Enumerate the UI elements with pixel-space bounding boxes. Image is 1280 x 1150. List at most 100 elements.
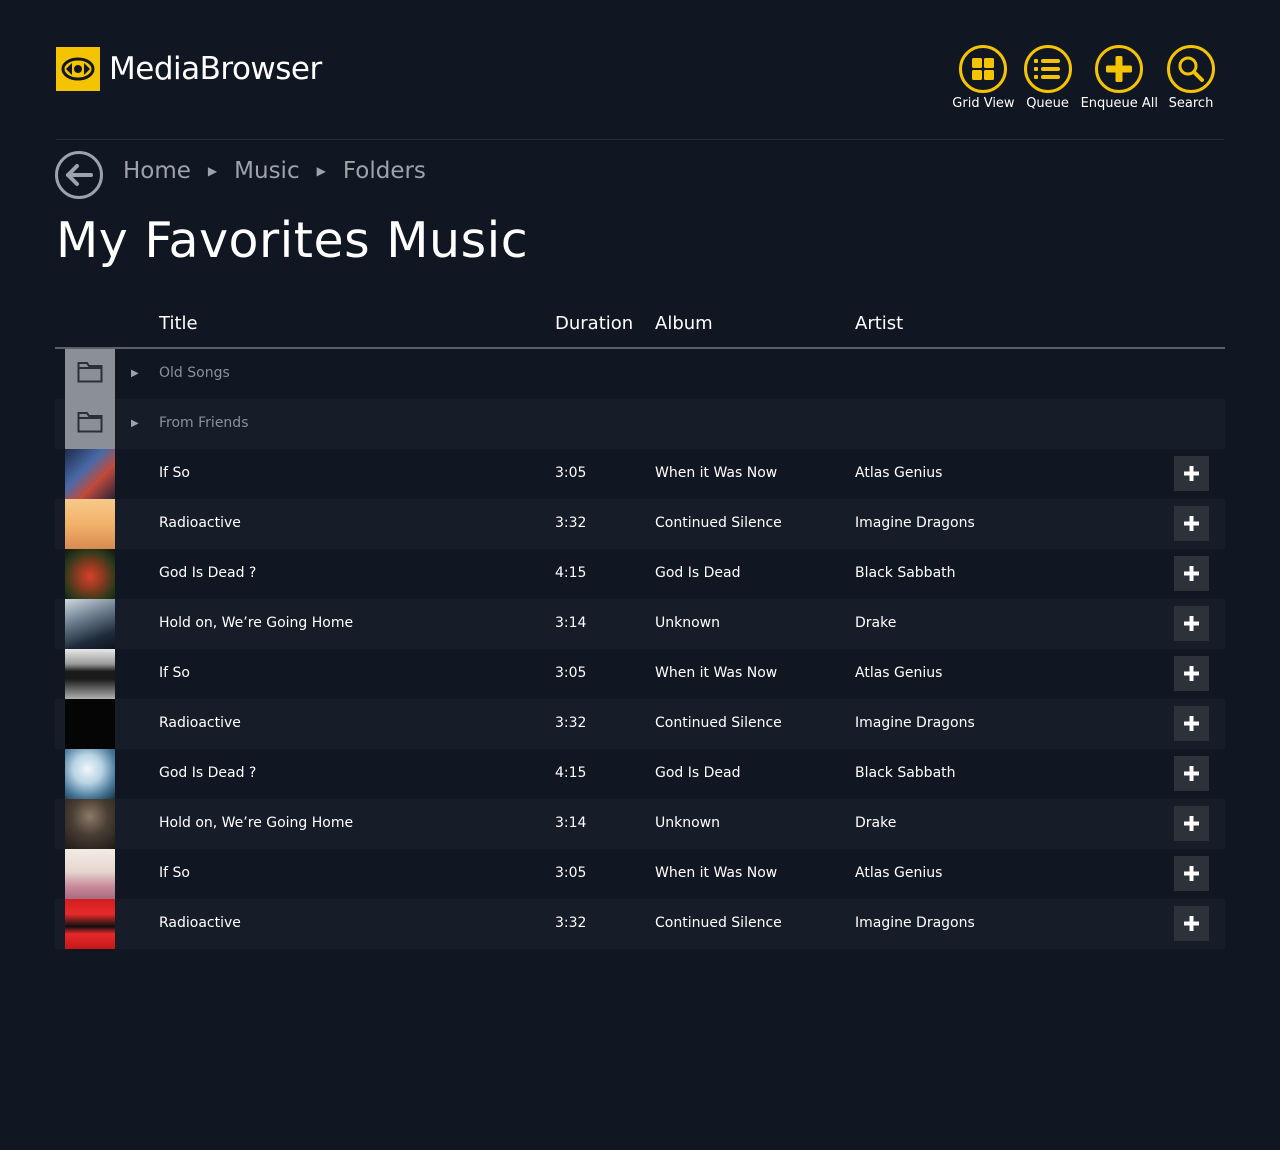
folder-thumbnail — [65, 349, 115, 399]
album-art — [65, 599, 115, 649]
breadcrumb-separator-icon: ▶ — [316, 164, 326, 178]
expand-arrow-icon[interactable]: ▶ — [131, 368, 139, 379]
music-table: Title Duration Album Artist ▶ Old Songs … — [55, 300, 1225, 949]
plus-icon — [1184, 616, 1199, 631]
track-duration: 3:32 — [555, 715, 587, 731]
add-to-queue-button[interactable] — [1174, 756, 1209, 791]
queue-button[interactable]: Queue — [1023, 44, 1073, 111]
track-title: If So — [159, 865, 190, 881]
column-header-album[interactable]: Album — [655, 313, 713, 334]
plus-icon — [1184, 716, 1199, 731]
back-arrow-icon[interactable] — [54, 150, 104, 200]
enqueue-all-label: Enqueue All — [1080, 96, 1158, 111]
track-artist: Atlas Genius — [855, 465, 943, 481]
track-album: Unknown — [655, 815, 720, 831]
add-to-queue-button[interactable] — [1174, 606, 1209, 641]
track-title: Radioactive — [159, 915, 241, 931]
track-row[interactable]: If So 3:05 When it Was Now Atlas Genius — [55, 849, 1225, 899]
grid-view-button[interactable]: Grid View — [952, 44, 1015, 111]
add-to-queue-button[interactable] — [1174, 806, 1209, 841]
folder-name: From Friends — [159, 415, 249, 431]
app-name-light: Media — [109, 51, 200, 87]
folder-icon — [77, 362, 103, 383]
track-artist: Imagine Dragons — [855, 715, 975, 731]
track-duration: 3:32 — [555, 915, 587, 931]
folder-row[interactable]: ▶ From Friends — [55, 399, 1225, 449]
track-title: If So — [159, 665, 190, 681]
grid-view-label: Grid View — [952, 96, 1015, 111]
track-title: Radioactive — [159, 715, 241, 731]
breadcrumb-folders[interactable]: Folders — [343, 158, 426, 184]
album-art — [65, 899, 115, 949]
logo-icon — [56, 47, 100, 91]
album-art — [65, 549, 115, 599]
track-artist: Black Sabbath — [855, 565, 956, 581]
track-row[interactable]: Radioactive 3:32 Continued Silence Imagi… — [55, 699, 1225, 749]
album-art — [65, 449, 115, 499]
add-to-queue-button[interactable] — [1174, 556, 1209, 591]
add-to-queue-button[interactable] — [1174, 856, 1209, 891]
track-album: Continued Silence — [655, 915, 782, 931]
queue-list-icon — [1023, 45, 1072, 93]
header-divider — [56, 139, 1224, 140]
search-icon — [1167, 45, 1215, 93]
track-title: God Is Dead ? — [159, 765, 257, 781]
track-artist: Imagine Dragons — [855, 515, 975, 531]
track-title: Hold on, We’re Going Home — [159, 615, 354, 631]
plus-icon — [1184, 816, 1199, 831]
plus-icon — [1184, 666, 1199, 681]
album-art — [65, 749, 115, 799]
track-artist: Drake — [855, 615, 897, 631]
app-logo[interactable]: MediaBrowser — [56, 47, 322, 91]
track-duration: 3:05 — [555, 465, 587, 481]
track-duration: 4:15 — [555, 565, 587, 581]
app-name-bold: Browser — [199, 51, 323, 87]
track-title: Radioactive — [159, 515, 241, 531]
add-to-queue-button[interactable] — [1174, 506, 1209, 541]
track-artist: Atlas Genius — [855, 865, 943, 881]
breadcrumb-music[interactable]: Music — [234, 158, 299, 184]
track-album: Continued Silence — [655, 515, 782, 531]
track-album: When it Was Now — [655, 465, 778, 481]
column-header-artist[interactable]: Artist — [855, 313, 903, 334]
track-row[interactable]: Hold on, We’re Going Home 3:14 Unknown D… — [55, 599, 1225, 649]
add-to-queue-button[interactable] — [1174, 456, 1209, 491]
search-button[interactable]: Search — [1166, 44, 1216, 111]
breadcrumb-separator-icon: ▶ — [207, 164, 218, 178]
track-row[interactable]: Radioactive 3:32 Continued Silence Imagi… — [55, 899, 1225, 949]
track-duration: 3:14 — [555, 615, 587, 631]
breadcrumb-home[interactable]: Home — [123, 158, 191, 184]
track-row[interactable]: God Is Dead ? 4:15 God Is Dead Black Sab… — [55, 549, 1225, 599]
column-header-title[interactable]: Title — [159, 313, 198, 334]
toolbar: Grid View Queue Enqueue All Search — [944, 44, 1216, 111]
track-album: Continued Silence — [655, 715, 782, 731]
track-duration: 3:05 — [555, 865, 587, 881]
track-artist: Atlas Genius — [855, 665, 943, 681]
track-album: God Is Dead — [655, 565, 741, 581]
plus-icon — [1184, 766, 1199, 781]
add-to-queue-button[interactable] — [1174, 656, 1209, 691]
expand-arrow-icon[interactable]: ▶ — [131, 418, 139, 429]
track-row[interactable]: Hold on, We’re Going Home 3:14 Unknown D… — [55, 799, 1225, 849]
search-label: Search — [1168, 96, 1214, 111]
add-to-queue-button[interactable] — [1174, 906, 1209, 941]
track-title: God Is Dead ? — [159, 565, 257, 581]
breadcrumb: Home ▶ Music ▶ Folders — [123, 158, 426, 184]
plus-icon — [1184, 516, 1199, 531]
queue-label: Queue — [1026, 96, 1069, 111]
plus-icon — [1184, 916, 1199, 931]
track-album: When it Was Now — [655, 665, 778, 681]
folder-row[interactable]: ▶ Old Songs — [55, 349, 1225, 399]
track-row[interactable]: Radioactive 3:32 Continued Silence Imagi… — [55, 499, 1225, 549]
track-duration: 3:14 — [555, 815, 587, 831]
folder-name: Old Songs — [159, 365, 230, 381]
track-row[interactable]: God Is Dead ? 4:15 God Is Dead Black Sab… — [55, 749, 1225, 799]
enqueue-all-button[interactable]: Enqueue All — [1081, 44, 1158, 111]
column-header-duration[interactable]: Duration — [555, 313, 633, 334]
track-row[interactable]: If So 3:05 When it Was Now Atlas Genius — [55, 649, 1225, 699]
track-artist: Imagine Dragons — [855, 915, 975, 931]
track-row[interactable]: If So 3:05 When it Was Now Atlas Genius — [55, 449, 1225, 499]
track-title: Hold on, We’re Going Home — [159, 815, 354, 831]
add-to-queue-button[interactable] — [1174, 706, 1209, 741]
plus-icon — [1184, 466, 1199, 481]
